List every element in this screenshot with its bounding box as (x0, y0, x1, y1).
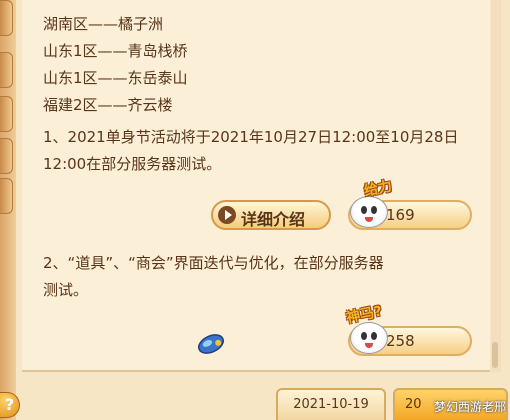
server-line: 福建2区——齐云楼 (43, 96, 173, 114)
emoji-face-icon[interactable] (350, 196, 388, 228)
server-line: 山东1区——东岳泰山 (43, 69, 188, 87)
reaction-count: 258 (386, 332, 415, 350)
watermark: 梦幻西游老邢 (433, 400, 506, 414)
play-icon (218, 206, 236, 224)
date-tab-2021-10-19[interactable]: 2021-10-19 (276, 388, 386, 420)
help-button[interactable]: ? (0, 392, 20, 418)
detail-button[interactable]: 详细介绍 (211, 200, 331, 230)
scrollbar-thumb[interactable] (492, 342, 498, 368)
sidebar-tab-5[interactable] (0, 178, 13, 214)
emoji-face-icon[interactable] (350, 322, 388, 354)
scrollbar-track[interactable] (491, 0, 501, 372)
server-line: 湖南区——橘子洲 (43, 15, 164, 33)
sidebar-tab-4[interactable] (0, 138, 13, 174)
notice-1-line-1: 1、2021单身节活动将于2021年10月27日12:00至10月28日 (43, 128, 459, 146)
detail-button-label: 详细介绍 (241, 210, 306, 229)
notice-1-line-2: 12:00在部分服务器测试。 (43, 155, 222, 173)
notice-2-line-1: 2、“道具”、“商会”界面迭代与优化，在部分服务器 (43, 254, 384, 272)
sidebar-tab-2[interactable] (0, 52, 13, 88)
sidebar-tab-3[interactable] (0, 96, 13, 132)
reaction-count: 169 (386, 206, 415, 224)
sidebar-tab-1[interactable] (0, 0, 13, 36)
server-line: 山东1区——青岛栈桥 (43, 42, 188, 60)
notice-2-line-2: 测试。 (43, 281, 89, 299)
